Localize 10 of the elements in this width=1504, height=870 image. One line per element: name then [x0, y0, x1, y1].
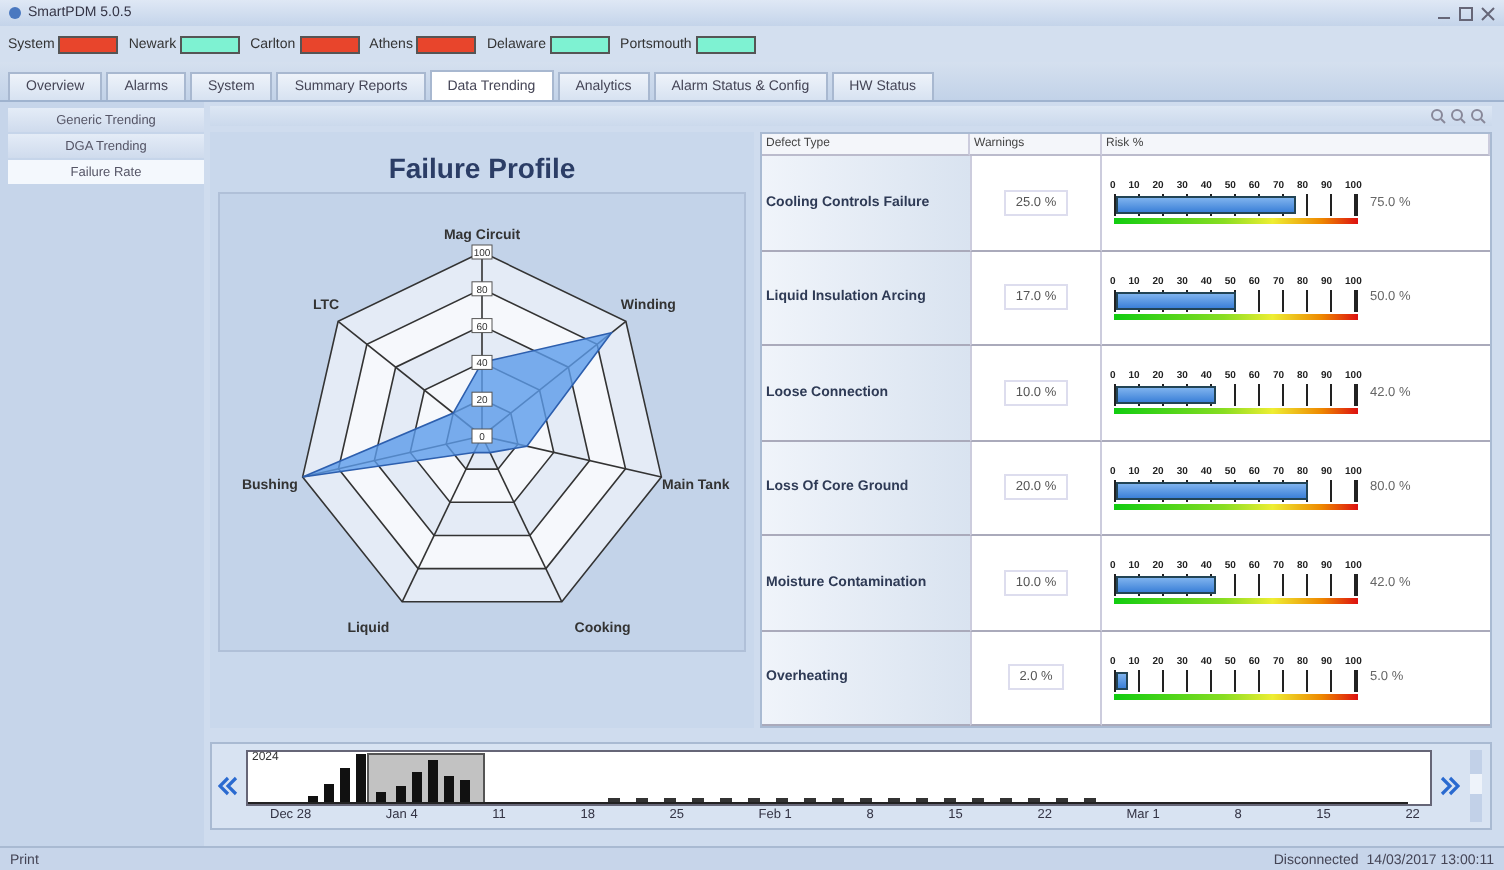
- maximize-icon[interactable]: [1458, 5, 1474, 21]
- scroll-left-icon[interactable]: [218, 776, 238, 796]
- zoom-reset-icon[interactable]: [1470, 108, 1486, 124]
- zoom-out-icon[interactable]: [1450, 108, 1466, 124]
- app-icon: [8, 6, 22, 20]
- scroll-right-icon[interactable]: [1440, 776, 1460, 796]
- close-icon[interactable]: [1480, 5, 1496, 21]
- chart-title: Failure Profile: [388, 152, 576, 184]
- scrollbar[interactable]: [1468, 750, 1484, 822]
- zoom-in-icon[interactable]: [1430, 108, 1446, 124]
